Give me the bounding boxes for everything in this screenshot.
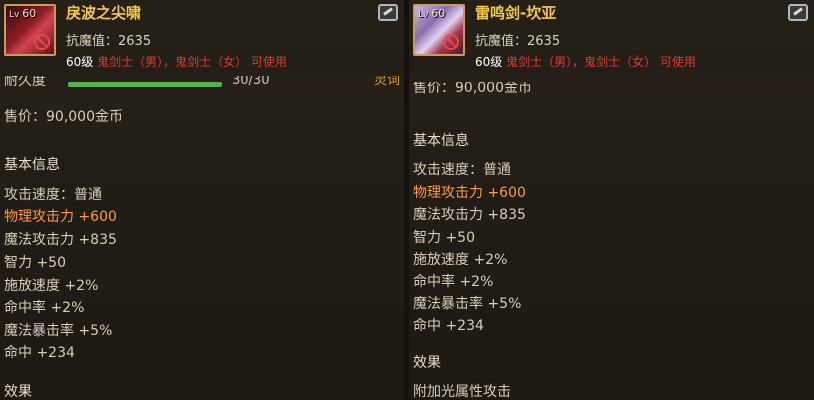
section-basic-info: 基本信息 bbox=[413, 133, 469, 149]
item-level-badge: Lv 60 bbox=[9, 7, 36, 20]
stat-hit-rate: 命中率 +2% bbox=[4, 300, 85, 316]
item-tooltip-right: Lv 60 雷鸣剑-坎亚 抗魔值：2635 60级 鬼剑士（男），鬼剑士（女） … bbox=[409, 0, 814, 400]
stat-accuracy: 命中 +234 bbox=[4, 345, 75, 361]
level-number: 60 bbox=[22, 7, 37, 20]
level-prefix: Lv bbox=[9, 10, 20, 20]
section-basic-info: 基本信息 bbox=[4, 157, 60, 173]
stat-attack-speed: 攻击速度：普通 bbox=[413, 162, 511, 178]
section-effect: 效果 bbox=[413, 355, 441, 371]
durability-value: 30/30 bbox=[232, 76, 270, 88]
stat-attack-speed: 攻击速度：普通 bbox=[4, 187, 102, 203]
requirement-level: 60级 bbox=[475, 55, 503, 69]
requirement-line: 60级 鬼剑士（男），鬼剑士（女） 可使用 bbox=[66, 53, 287, 70]
tooltip-header: Lv 60 雷鸣剑-坎亚 抗魔值：2635 60级 鬼剑士（男），鬼剑士（女） … bbox=[409, 0, 814, 76]
stat-physical-attack: 物理攻击力 +600 bbox=[4, 209, 117, 225]
requirement-classes: 鬼剑士（男），鬼剑士（女） 可使用 bbox=[506, 55, 696, 69]
stat-cast-speed: 施放速度 +2% bbox=[4, 278, 99, 294]
stat-physical-attack: 物理攻击力 +600 bbox=[413, 185, 526, 201]
requirement-classes: 鬼剑士（男），鬼剑士（女） 可使用 bbox=[97, 55, 287, 69]
item-icon[interactable]: Lv 60 bbox=[413, 4, 465, 56]
stat-intelligence: 智力 +50 bbox=[4, 255, 66, 271]
durability-bar-fill bbox=[68, 82, 222, 87]
stat-accuracy: 命中 +234 bbox=[413, 318, 484, 334]
stat-magic-crit: 魔法暴击率 +5% bbox=[4, 323, 113, 339]
unusable-icon bbox=[34, 34, 50, 50]
level-prefix: Lv bbox=[418, 10, 429, 20]
stat-hit-rate: 命中率 +2% bbox=[413, 274, 494, 290]
magic-resistance: 抗魔值：2635 bbox=[475, 34, 561, 49]
sale-price: 售价：90,000金币 bbox=[413, 82, 532, 96]
item-level-badge: Lv 60 bbox=[418, 7, 445, 20]
stat-magic-attack: 魔法攻击力 +835 bbox=[413, 207, 526, 223]
magic-resistance: 抗魔值：2635 bbox=[66, 34, 152, 49]
tooltip-header: Lv 60 戾波之尖啸 抗魔值：2635 60级 鬼剑士（男），鬼剑士（女） 可… bbox=[0, 0, 404, 76]
durability-tag: 灵词 bbox=[374, 76, 401, 88]
item-tooltip-left: Lv 60 戾波之尖啸 抗魔值：2635 60级 鬼剑士（男），鬼剑士（女） 可… bbox=[0, 0, 404, 400]
durability-bar bbox=[68, 82, 222, 87]
durability-label: 耐久度 bbox=[4, 76, 46, 89]
stat-cast-speed: 施放速度 +2% bbox=[413, 252, 508, 268]
requirement-level: 60级 bbox=[66, 55, 94, 69]
stat-intelligence: 智力 +50 bbox=[413, 230, 475, 246]
stat-magic-attack: 魔法攻击力 +835 bbox=[4, 232, 117, 248]
section-effect: 效果 bbox=[4, 384, 32, 400]
equip-compare-icon[interactable] bbox=[788, 4, 808, 21]
sale-price: 售价：90,000金币 bbox=[4, 109, 123, 125]
effect-description: 附加光属性攻击 bbox=[413, 384, 511, 400]
level-number: 60 bbox=[431, 7, 446, 20]
unusable-icon bbox=[443, 34, 459, 50]
requirement-line: 60级 鬼剑士（男），鬼剑士（女） 可使用 bbox=[475, 53, 696, 70]
item-icon[interactable]: Lv 60 bbox=[4, 4, 56, 56]
item-name: 雷鸣剑-坎亚 bbox=[475, 4, 557, 22]
equip-compare-icon[interactable] bbox=[378, 4, 398, 21]
stat-magic-crit: 魔法暴击率 +5% bbox=[413, 296, 522, 312]
item-name: 戾波之尖啸 bbox=[66, 4, 142, 22]
